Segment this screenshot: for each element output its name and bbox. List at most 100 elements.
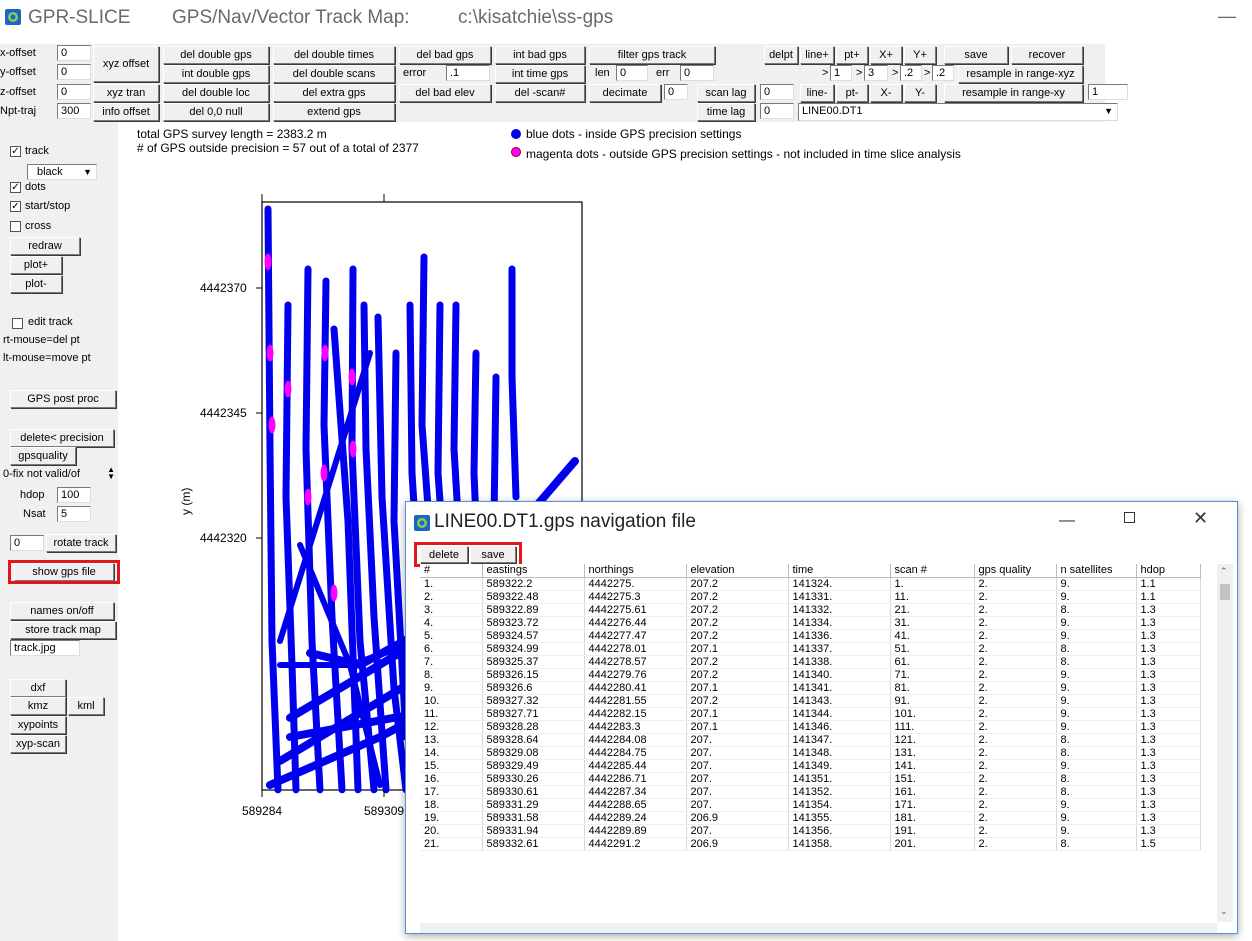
scrollbar-thumb[interactable]	[1220, 584, 1230, 600]
horizontal-scrollbar[interactable]	[420, 923, 1217, 933]
minimize-icon[interactable]: —	[1059, 512, 1075, 530]
redraw-button[interactable]: redraw	[10, 237, 80, 255]
del-double-times-button[interactable]: del double times	[273, 46, 395, 64]
fix-select[interactable]: 0-fix not valid/of ▲ ▼	[0, 467, 118, 483]
x-minus-button[interactable]: X-	[870, 84, 902, 102]
xypoints-button[interactable]: xypoints	[10, 716, 66, 734]
filter-gps-track-button[interactable]: filter gps track	[589, 46, 715, 64]
del-null-button[interactable]: del 0,0 null	[163, 103, 269, 121]
resample-xy-input[interactable]: 1	[1088, 84, 1128, 100]
edit-track-checkbox[interactable]	[12, 318, 23, 329]
delete-precision-button[interactable]: delete< precision	[10, 429, 114, 447]
table-row[interactable]: 16. 589330.26 4442286.71 207. 141351. 151. 2. 8…	[420, 772, 1201, 786]
maximize-icon[interactable]	[1124, 512, 1135, 523]
z-offset-input[interactable]: 0	[57, 84, 91, 100]
table-row[interactable]: 5. 589324.57 4442277.47 207.2 141336. 41. 2. 9.…	[420, 629, 1201, 643]
x-offset-input[interactable]: 0	[57, 45, 91, 61]
delpt-button[interactable]: delpt	[764, 46, 798, 64]
table-row[interactable]: 4. 589323.72 4442276.44 207.2 141334. 31. 2. 9.…	[420, 616, 1201, 630]
plot-minus-button[interactable]: plot-	[10, 275, 62, 293]
int-double-gps-button[interactable]: int double gps	[163, 65, 269, 83]
column-header[interactable]: eastings	[482, 564, 585, 578]
del-double-gps-button[interactable]: del double gps	[163, 46, 269, 64]
len-input[interactable]: 0	[616, 65, 648, 81]
dots-checkbox[interactable]: ✓	[10, 182, 21, 193]
table-row[interactable]: 8. 589326.15 4442279.76 207.2 141340. 71. 2. 9.…	[420, 668, 1201, 682]
recover-button[interactable]: recover	[1011, 46, 1083, 64]
range-input-3[interactable]: .2	[900, 65, 922, 81]
table-row[interactable]: 14. 589329.08 4442284.75 207. 141348. 131. 2. 8…	[420, 746, 1201, 760]
scan-lag-button[interactable]: scan lag	[697, 84, 755, 102]
table-row[interactable]: 21. 589332.61 4442291.2 206.9 141358. 201. 2. 8…	[420, 837, 1201, 851]
range-input-1[interactable]: 1	[830, 65, 852, 81]
extend-gps-button[interactable]: extend gps	[273, 103, 395, 121]
xyz-tran-button[interactable]: xyz tran	[93, 84, 159, 102]
time-lag-button[interactable]: time lag	[697, 103, 755, 121]
xyp-scan-button[interactable]: xyp-scan	[10, 735, 66, 753]
y-offset-input[interactable]: 0	[57, 64, 91, 80]
line-plus-button[interactable]: line+	[800, 46, 834, 64]
track-color-select[interactable]: black ▼	[27, 164, 97, 180]
int-bad-gps-button[interactable]: int bad gps	[495, 46, 585, 64]
del-bad-gps-button[interactable]: del bad gps	[399, 46, 491, 64]
rotate-input[interactable]: 0	[10, 535, 44, 551]
dxf-button[interactable]: dxf	[10, 679, 66, 697]
table-row[interactable]: 13. 589328.64 4442284.08 207. 141347. 121. 2. 8…	[420, 733, 1201, 747]
range-input-4[interactable]: .2	[932, 65, 954, 81]
table-row[interactable]: 19. 589331.58 4442289.24 206.9 141355. 181. 2.…	[420, 811, 1201, 825]
err-input[interactable]: 0	[680, 65, 714, 81]
save-track-button[interactable]: save	[944, 46, 1008, 64]
start-stop-checkbox[interactable]: ✓	[10, 201, 21, 212]
column-header[interactable]: northings	[584, 564, 687, 578]
rotate-track-button[interactable]: rotate track	[46, 534, 116, 552]
scan-lag-input[interactable]: 0	[760, 84, 794, 100]
file-select[interactable]: LINE00.DT1 ▼	[798, 103, 1118, 121]
y-plus-button[interactable]: Y+	[904, 46, 936, 64]
table-row[interactable]: 11. 589327.71 4442282.15 207.1 141344. 101. 2.…	[420, 707, 1201, 721]
table-row[interactable]: 12. 589328.28 4442283.3 207.1 141346. 111. 2. 9…	[420, 720, 1201, 734]
store-track-map-button[interactable]: store track map	[10, 621, 116, 639]
table-row[interactable]: 6. 589324.99 4442278.01 207.1 141337. 51. 2. 8.…	[420, 642, 1201, 656]
close-icon[interactable]: ✕	[1193, 508, 1208, 529]
column-header[interactable]: hdop	[1136, 564, 1201, 578]
line-minus-button[interactable]: line-	[800, 84, 834, 102]
column-header[interactable]: scan #	[890, 564, 975, 578]
time-lag-input[interactable]: 0	[760, 103, 794, 119]
scroll-down-icon[interactable]: ⌄	[1220, 906, 1228, 917]
table-row[interactable]: 1. 589322.2 4442275. 207.2 141324. 1. 2. 9. 1.1	[420, 577, 1201, 591]
table-row[interactable]: 17. 589330.61 4442287.34 207. 141352. 161. 2. 8…	[420, 785, 1201, 799]
pt-minus-button[interactable]: pt-	[836, 84, 868, 102]
kml-button[interactable]: kml	[68, 697, 104, 715]
del-extra-gps-button[interactable]: del extra gps	[273, 84, 395, 102]
gpsquality-button[interactable]: gpsquality	[10, 447, 76, 465]
table-row[interactable]: 9. 589326.6 4442280.41 207.1 141341. 81. 2. 9. 1…	[420, 681, 1201, 695]
del-scan-button[interactable]: del -scan#	[495, 84, 585, 102]
table-row[interactable]: 15. 589329.49 4442285.44 207. 141349. 141. 2. 9…	[420, 759, 1201, 773]
nsat-input[interactable]: 5	[57, 506, 91, 522]
track-checkbox[interactable]: ✓	[10, 146, 21, 157]
table-row[interactable]: 2. 589322.48 4442275.3 207.2 141331. 11. 2. 9. 1…	[420, 590, 1201, 604]
names-onoff-button[interactable]: names on/off	[10, 602, 114, 620]
track-jpg-input[interactable]: track.jpg	[10, 640, 80, 656]
table-row[interactable]: 3. 589322.89 4442275.61 207.2 141332. 21. 2. 8.…	[420, 603, 1201, 617]
scroll-up-icon[interactable]: ⌃	[1220, 566, 1228, 577]
table-row[interactable]: 20. 589331.94 4442289.89 207. 141356. 191. 2. 9…	[420, 824, 1201, 838]
int-time-gps-button[interactable]: int time gps	[495, 65, 585, 83]
info-offset-button[interactable]: info offset	[93, 103, 159, 121]
minimize-icon[interactable]: —	[1218, 6, 1236, 27]
column-header[interactable]: #	[420, 564, 483, 578]
vertical-scrollbar[interactable]: ⌃ ⌄	[1217, 564, 1233, 922]
pt-plus-button[interactable]: pt+	[836, 46, 868, 64]
decimate-button[interactable]: decimate	[589, 84, 661, 102]
table-row[interactable]: 18. 589331.29 4442288.65 207. 141354. 171. 2. 9…	[420, 798, 1201, 812]
resample-xyz-button[interactable]: resample in range-xyz	[958, 65, 1083, 83]
cross-checkbox[interactable]	[10, 221, 21, 232]
column-header[interactable]: elevation	[686, 564, 789, 578]
error-input[interactable]: .1	[446, 65, 490, 81]
resample-xy-button[interactable]: resample in range-xy	[944, 84, 1083, 102]
del-double-scans-button[interactable]: del double scans	[273, 65, 395, 83]
column-header[interactable]: time	[788, 564, 891, 578]
column-header[interactable]: n satellites	[1056, 564, 1137, 578]
del-double-loc-button[interactable]: del double loc	[163, 84, 269, 102]
column-header[interactable]: gps quality	[974, 564, 1057, 578]
